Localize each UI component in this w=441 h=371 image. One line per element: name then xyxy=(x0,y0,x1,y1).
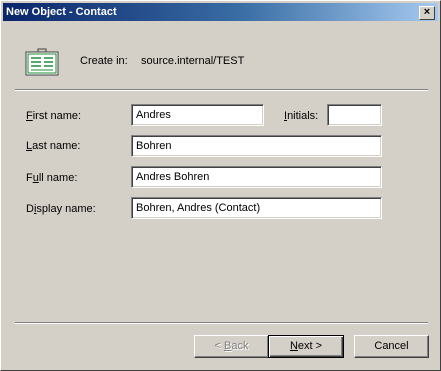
back-button[interactable]: < Back xyxy=(194,335,269,358)
initials-label-text: nitials: xyxy=(287,110,319,122)
back-button-text: ack xyxy=(231,340,249,352)
window-title: New Object - Contact xyxy=(6,6,117,18)
full-name-label-text: ll name: xyxy=(38,172,78,184)
display-name-label: Display name: xyxy=(26,203,96,215)
title-bar[interactable]: New Object - Contact × xyxy=(3,3,438,21)
first-name-field[interactable]: Andres xyxy=(131,104,264,126)
last-name-label: Last name: xyxy=(26,140,80,152)
header-divider xyxy=(15,89,428,91)
display-name-field[interactable]: Bohren, Andres (Contact) xyxy=(131,197,382,219)
display-name-label-pre: D xyxy=(26,203,34,215)
initials-label: Initials: xyxy=(284,110,318,122)
initials-field[interactable] xyxy=(327,104,382,126)
cancel-button[interactable]: Cancel xyxy=(354,335,429,358)
first-name-mnemonic: F xyxy=(26,110,33,122)
close-icon: × xyxy=(423,6,431,18)
cancel-button-label: Cancel xyxy=(374,340,409,352)
full-name-label: Full name: xyxy=(26,172,77,184)
last-name-label-text: ast name: xyxy=(32,140,81,152)
new-object-contact-dialog: New Object - Contact × Create in: source… xyxy=(0,0,441,371)
display-name-label-text: splay name: xyxy=(36,203,96,215)
full-name-field[interactable]: Andres Bohren xyxy=(131,166,382,188)
back-button-prefix: < xyxy=(214,340,224,352)
next-button-mnemonic: N xyxy=(289,340,298,352)
create-in-path: source.internal/TEST xyxy=(141,55,245,67)
first-name-label: First name: xyxy=(26,110,81,122)
create-in-label: Create in: xyxy=(80,55,128,67)
footer-divider xyxy=(15,322,428,324)
contact-card-icon xyxy=(25,48,59,76)
next-button[interactable]: Next > xyxy=(268,335,344,358)
full-name-label-pre: F xyxy=(26,172,33,184)
next-button-text: ext > xyxy=(297,340,323,352)
last-name-field[interactable]: Bohren xyxy=(131,135,382,157)
close-button[interactable]: × xyxy=(419,6,435,20)
first-name-label-text: irst name: xyxy=(32,110,82,122)
